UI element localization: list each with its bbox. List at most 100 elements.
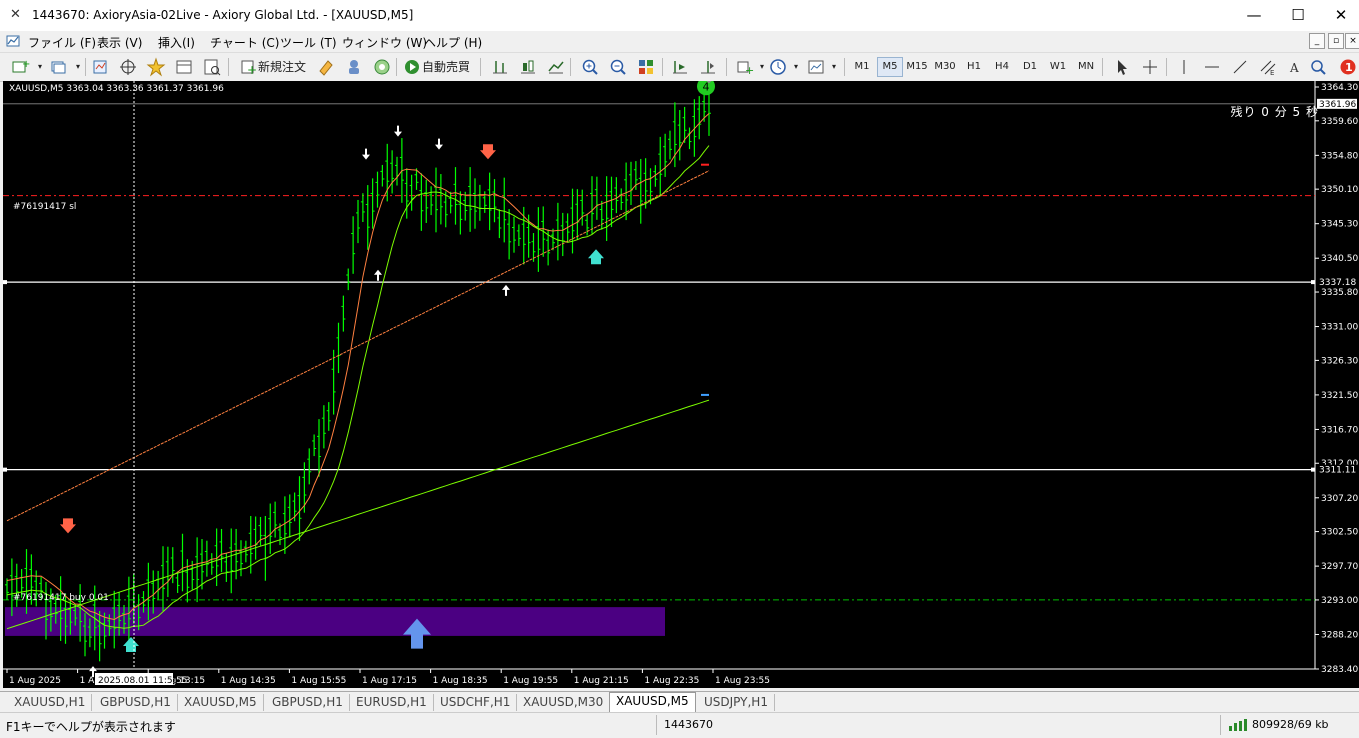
price-chart[interactable]: 3364.30 3359.60 3354.80 3350.10 3345.30 3340.…	[3, 81, 1359, 688]
app-logo-icon: ✕	[10, 7, 21, 22]
dropdown-arrow-icon[interactable]: ▾	[786, 57, 806, 77]
chart-canvas[interactable]: 3364.30 3359.60 3354.80 3350.10 3345.30 3340.…	[3, 81, 1359, 688]
timeframe-m5[interactable]: M5	[877, 57, 903, 77]
svg-text:+: +	[22, 59, 30, 70]
price-tick-label: 3340.50	[1321, 254, 1358, 264]
sell-arrow-icon	[362, 148, 370, 160]
price-tick-label: 3354.80	[1321, 151, 1358, 161]
menu-file[interactable]: ファイル (F)	[28, 34, 96, 51]
price-tick-label: 3316.70	[1321, 425, 1358, 435]
bar-chart-icon[interactable]	[490, 57, 510, 77]
time-tick-label: 1 Aug 21:15	[574, 676, 629, 686]
chart-tab[interactable]: USDCHF,H1	[434, 694, 518, 711]
new-chart-icon[interactable]: +	[10, 57, 30, 77]
chart-tab-bar: XAUUSD,H1 GBPUSD,H1 XAUUSD,M5 GBPUSD,H1 …	[0, 691, 1359, 712]
market-watch-icon[interactable]	[90, 57, 110, 77]
auto-scroll-icon[interactable]	[670, 57, 690, 77]
big-buy-arrow-icon	[123, 636, 139, 652]
account-number: 1443670	[664, 718, 713, 731]
toolbar-separator	[228, 58, 229, 76]
chart-shift-icon[interactable]	[698, 57, 718, 77]
chart-tab[interactable]: XAUUSD,M30	[517, 694, 611, 711]
timeframe-w1[interactable]: W1	[1046, 57, 1070, 77]
metaeditor-icon[interactable]	[316, 57, 336, 77]
moving-average-long	[6, 399, 710, 630]
indicators-icon[interactable]: +	[734, 57, 754, 77]
trendline-icon[interactable]	[1230, 57, 1250, 77]
chart-tab[interactable]: XAUUSD,M5	[178, 694, 264, 711]
cursor-icon[interactable]	[1112, 57, 1132, 77]
menu-bar: ファイル (F) 表示 (V) 挿入(I) チャート (C) ツール (T) ウ…	[0, 31, 1359, 52]
menu-window[interactable]: ウィンドウ (W)	[342, 34, 427, 51]
signals-icon[interactable]	[372, 57, 392, 77]
auto-trading-icon[interactable]	[402, 57, 422, 77]
menu-view[interactable]: 表示 (V)	[97, 34, 142, 51]
strategy-tester-icon[interactable]	[202, 57, 222, 77]
timeframe-m30[interactable]: M30	[933, 57, 957, 77]
line-chart-icon[interactable]	[546, 57, 566, 77]
dropdown-arrow-icon[interactable]: ▾	[30, 57, 50, 77]
new-order-icon[interactable]: +	[238, 57, 258, 77]
text-tool-icon[interactable]: A	[1284, 57, 1304, 77]
timeframe-d1[interactable]: D1	[1018, 57, 1042, 77]
time-tick-label: 1 Aug 22:35	[644, 676, 699, 686]
close-button[interactable]: ✕	[1321, 4, 1359, 26]
time-tick-label: 1 Aug 17:15	[362, 676, 417, 686]
timeframe-mn[interactable]: MN	[1074, 57, 1098, 77]
chart-window-icon	[6, 35, 20, 47]
timeframe-h1[interactable]: H1	[962, 57, 986, 77]
sell-arrow-icon	[394, 125, 402, 137]
profiles-icon[interactable]	[48, 57, 68, 77]
auto-trading-button[interactable]: 自動売買	[422, 57, 470, 77]
price-tick-label: 3321.50	[1321, 391, 1358, 401]
chart-tab-active[interactable]: XAUUSD,M5	[609, 692, 696, 712]
dropdown-arrow-icon[interactable]: ▾	[824, 57, 844, 77]
horizontal-line-icon[interactable]	[1202, 57, 1222, 77]
price-tick-label: 3307.20	[1321, 494, 1358, 504]
terminal-icon[interactable]	[174, 57, 194, 77]
tile-windows-icon[interactable]	[636, 57, 656, 77]
experts-icon[interactable]	[344, 57, 364, 77]
minimize-button[interactable]: —	[1234, 4, 1274, 26]
chart-tab[interactable]: USDJPY,H1	[698, 694, 775, 711]
chart-tab[interactable]: GBPUSD,H1	[94, 694, 178, 711]
data-window-icon[interactable]	[118, 57, 138, 77]
timeframe-m1[interactable]: M1	[850, 57, 874, 77]
channel-icon[interactable]: E	[1258, 57, 1278, 77]
templates-icon[interactable]	[806, 57, 826, 77]
time-tick-label: 1 Aug 2025	[9, 676, 61, 686]
new-order-button[interactable]: 新規注文	[258, 57, 306, 77]
notification-badge[interactable]: 1	[1336, 57, 1356, 77]
chart-tab[interactable]: EURUSD,H1	[350, 694, 434, 711]
navigator-icon[interactable]	[146, 57, 166, 77]
toolbar-separator	[480, 58, 481, 76]
menu-tools[interactable]: ツール (T)	[280, 34, 337, 51]
mdi-close-icon[interactable]: ×	[1345, 33, 1359, 49]
chart-tab[interactable]: GBPUSD,H1	[266, 694, 350, 711]
big-sell-arrow-icon	[480, 144, 496, 160]
periods-icon[interactable]	[768, 57, 788, 77]
mdi-restore-icon[interactable]: ▫	[1328, 33, 1344, 49]
timeframe-m15[interactable]: M15	[905, 57, 929, 77]
chart-tab[interactable]: XAUUSD,H1	[8, 694, 93, 711]
price-tick-label: 3345.30	[1321, 220, 1358, 230]
maximize-button[interactable]: ☐	[1278, 4, 1318, 26]
search-icon[interactable]	[1308, 57, 1328, 77]
stop-loss-label: #76191417 sl	[13, 202, 77, 212]
menu-chart[interactable]: チャート (C)	[210, 34, 279, 51]
mdi-minimize-icon[interactable]: _	[1309, 33, 1325, 49]
status-divider	[1220, 715, 1221, 735]
zoom-out-icon[interactable]	[608, 57, 628, 77]
vertical-line-icon[interactable]	[1174, 57, 1194, 77]
timeframe-h4[interactable]: H4	[990, 57, 1014, 77]
notification-count: 1	[1345, 61, 1353, 74]
menu-insert[interactable]: 挿入(I)	[158, 34, 195, 51]
connection-bars-icon	[1228, 718, 1250, 735]
zoom-in-icon[interactable]	[580, 57, 600, 77]
time-tick-label: 1 Aug 19:55	[503, 676, 558, 686]
help-hint: F1キーでヘルプが表示されます	[6, 720, 176, 734]
candlestick-icon[interactable]	[518, 57, 538, 77]
crosshair-icon[interactable]	[1140, 57, 1160, 77]
menu-help[interactable]: ヘルプ (H)	[424, 34, 482, 51]
toolbar-separator	[396, 58, 397, 76]
